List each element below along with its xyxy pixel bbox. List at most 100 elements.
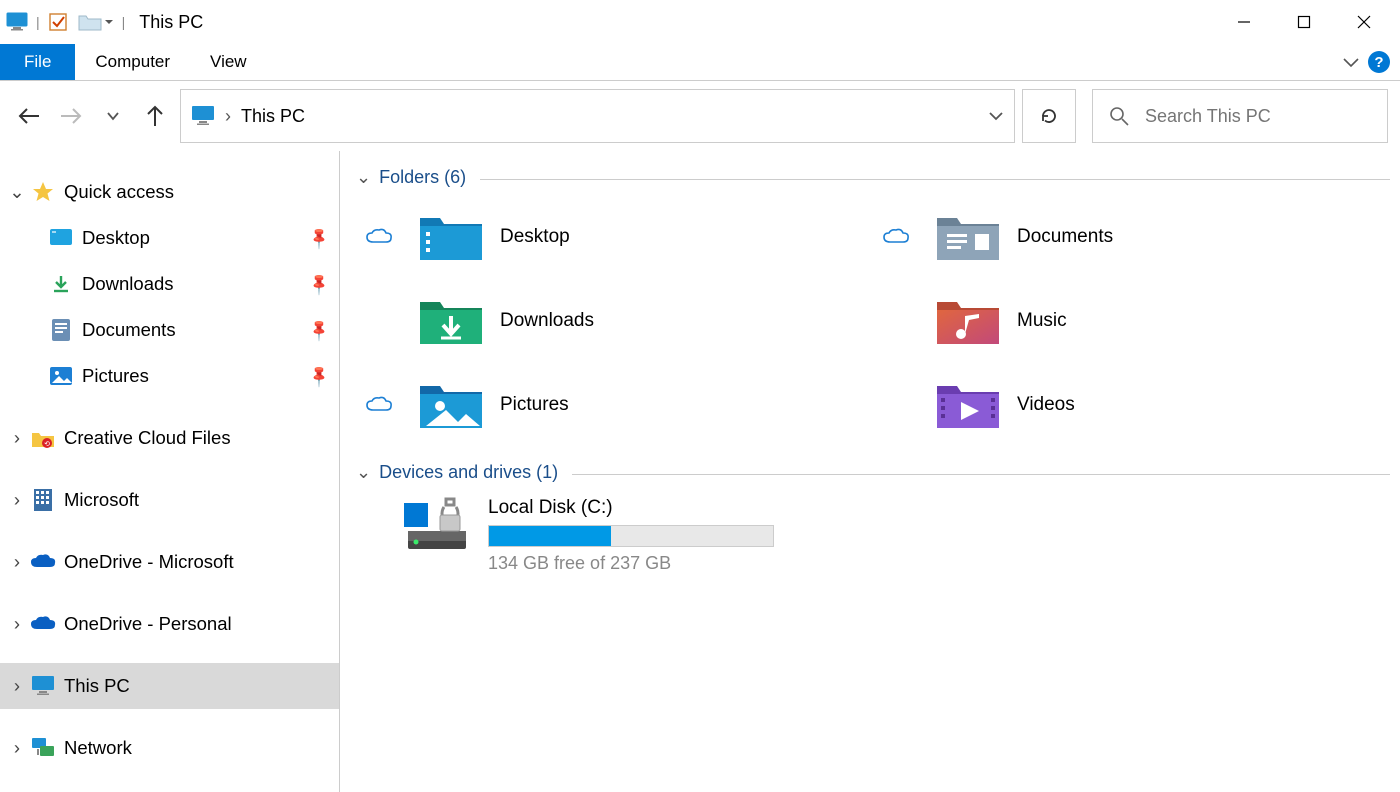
section-title: Devices and drives (1) xyxy=(379,462,558,483)
sidebar-item-quick-access[interactable]: ⌄ Quick access xyxy=(0,169,339,215)
folder-label: Pictures xyxy=(500,394,569,416)
sidebar-item-label: This PC xyxy=(64,675,130,697)
cloud-icon xyxy=(366,228,392,246)
search-input[interactable] xyxy=(1145,106,1371,127)
documents-icon xyxy=(48,317,74,343)
ribbon-collapse-icon[interactable] xyxy=(1342,56,1360,68)
chevron-down-icon[interactable]: ⌄ xyxy=(8,181,26,203)
sidebar-item-label: Pictures xyxy=(82,365,149,387)
sidebar-item-network[interactable]: › Network xyxy=(0,725,339,771)
refresh-button[interactable] xyxy=(1022,89,1076,143)
svg-text:⟲: ⟲ xyxy=(44,441,50,448)
title-bar: | | This PC xyxy=(0,0,1400,44)
search-box[interactable] xyxy=(1092,89,1388,143)
chevron-right-icon[interactable]: › xyxy=(8,613,26,635)
pictures-folder-icon xyxy=(418,378,484,432)
section-header-drives[interactable]: ⌄ Devices and drives (1) xyxy=(356,462,1390,483)
sidebar-item-label: Creative Cloud Files xyxy=(64,427,231,449)
folder-item-documents[interactable]: Documents xyxy=(873,210,1390,264)
help-button[interactable]: ? xyxy=(1368,51,1390,73)
separator: | xyxy=(36,14,40,30)
cloud-icon xyxy=(883,228,909,246)
chevron-right-icon[interactable]: › xyxy=(8,427,26,449)
breadcrumb-separator[interactable]: › xyxy=(225,106,231,127)
address-bar[interactable]: › This PC xyxy=(180,89,1015,143)
sidebar-item-label: Quick access xyxy=(64,181,174,203)
pin-icon[interactable]: 📌 xyxy=(307,271,333,297)
window-title: This PC xyxy=(139,12,203,33)
sidebar-item-creative-cloud[interactable]: › ⟲ Creative Cloud Files xyxy=(0,415,339,461)
tab-file[interactable]: File xyxy=(0,44,75,80)
sidebar-item-documents[interactable]: Documents 📌 xyxy=(0,307,339,353)
building-icon xyxy=(30,487,56,513)
address-dropdown-icon[interactable] xyxy=(988,110,1004,122)
desktop-folder-icon xyxy=(418,210,484,264)
pictures-icon xyxy=(48,363,74,389)
star-icon xyxy=(30,179,56,205)
sidebar-item-this-pc[interactable]: › This PC xyxy=(0,663,339,709)
close-button[interactable] xyxy=(1334,0,1394,44)
folder-item-music[interactable]: Music xyxy=(873,294,1390,348)
folder-item-downloads[interactable]: Downloads xyxy=(356,294,873,348)
folder-item-desktop[interactable]: Desktop xyxy=(356,210,873,264)
tab-view[interactable]: View xyxy=(190,44,267,80)
drive-capacity-bar xyxy=(488,525,774,547)
sidebar-item-label: OneDrive - Personal xyxy=(64,613,232,635)
window-controls xyxy=(1214,0,1394,44)
chevron-right-icon[interactable]: › xyxy=(8,737,26,759)
sidebar-item-onedrive-microsoft[interactable]: › OneDrive - Microsoft xyxy=(0,539,339,585)
back-button[interactable] xyxy=(12,99,46,133)
chevron-right-icon[interactable]: › xyxy=(8,489,26,511)
forward-button[interactable] xyxy=(54,99,88,133)
search-icon xyxy=(1109,106,1129,126)
pin-icon[interactable]: 📌 xyxy=(307,317,333,343)
quick-access-toolbar-icon[interactable] xyxy=(48,12,68,32)
folder-dropdown-icon[interactable] xyxy=(78,12,114,32)
sidebar-item-desktop[interactable]: Desktop 📌 xyxy=(0,215,339,261)
sidebar-item-microsoft[interactable]: › Microsoft xyxy=(0,477,339,523)
network-icon xyxy=(30,735,56,761)
drive-free-space: 134 GB free of 237 GB xyxy=(488,553,774,574)
section-header-folders[interactable]: ⌄ Folders (6) xyxy=(356,167,1390,188)
recent-locations-button[interactable] xyxy=(96,99,130,133)
sidebar-item-label: Microsoft xyxy=(64,489,139,511)
drive-item-local-disk-c[interactable]: Local Disk (C:) 134 GB free of 237 GB xyxy=(402,491,1390,580)
folder-label: Downloads xyxy=(500,310,594,332)
cloud-icon xyxy=(366,396,392,414)
content-pane: ⌄ Folders (6) Desktop Documents Download… xyxy=(340,151,1400,792)
sidebar-item-label: OneDrive - Microsoft xyxy=(64,551,234,573)
section-title: Folders (6) xyxy=(379,167,466,188)
sidebar-item-downloads[interactable]: Downloads 📌 xyxy=(0,261,339,307)
divider xyxy=(480,179,1390,180)
videos-folder-icon xyxy=(935,378,1001,432)
desktop-icon xyxy=(48,225,74,251)
folder-label: Desktop xyxy=(500,226,570,248)
sidebar-item-pictures[interactable]: Pictures 📌 xyxy=(0,353,339,399)
tab-computer[interactable]: Computer xyxy=(75,44,190,80)
up-button[interactable] xyxy=(138,99,172,133)
chevron-down-icon[interactable]: ⌄ xyxy=(356,167,371,188)
chevron-down-icon[interactable]: ⌄ xyxy=(356,462,371,483)
divider xyxy=(572,474,1390,475)
minimize-button[interactable] xyxy=(1214,0,1274,44)
pin-icon[interactable]: 📌 xyxy=(307,363,333,389)
folder-item-videos[interactable]: Videos xyxy=(873,378,1390,432)
navigation-pane: ⌄ Quick access Desktop 📌 Downloads 📌 Doc… xyxy=(0,151,340,792)
chevron-right-icon[interactable]: › xyxy=(8,551,26,573)
sidebar-item-label: Desktop xyxy=(82,227,150,249)
breadcrumb-this-pc[interactable]: This PC xyxy=(241,106,305,127)
drive-icon xyxy=(402,497,474,555)
chevron-right-icon[interactable]: › xyxy=(8,675,26,697)
folder-item-pictures[interactable]: Pictures xyxy=(356,378,873,432)
sidebar-item-label: Downloads xyxy=(82,273,174,295)
maximize-button[interactable] xyxy=(1274,0,1334,44)
navigation-bar: › This PC xyxy=(0,81,1400,151)
sidebar-item-label: Documents xyxy=(82,319,176,341)
sidebar-item-onedrive-personal[interactable]: › OneDrive - Personal xyxy=(0,601,339,647)
folder-label: Music xyxy=(1017,310,1067,332)
pin-icon[interactable]: 📌 xyxy=(307,225,333,251)
drive-name: Local Disk (C:) xyxy=(488,497,774,519)
onedrive-icon xyxy=(30,611,56,637)
this-pc-icon xyxy=(191,105,215,127)
documents-folder-icon xyxy=(935,210,1001,264)
